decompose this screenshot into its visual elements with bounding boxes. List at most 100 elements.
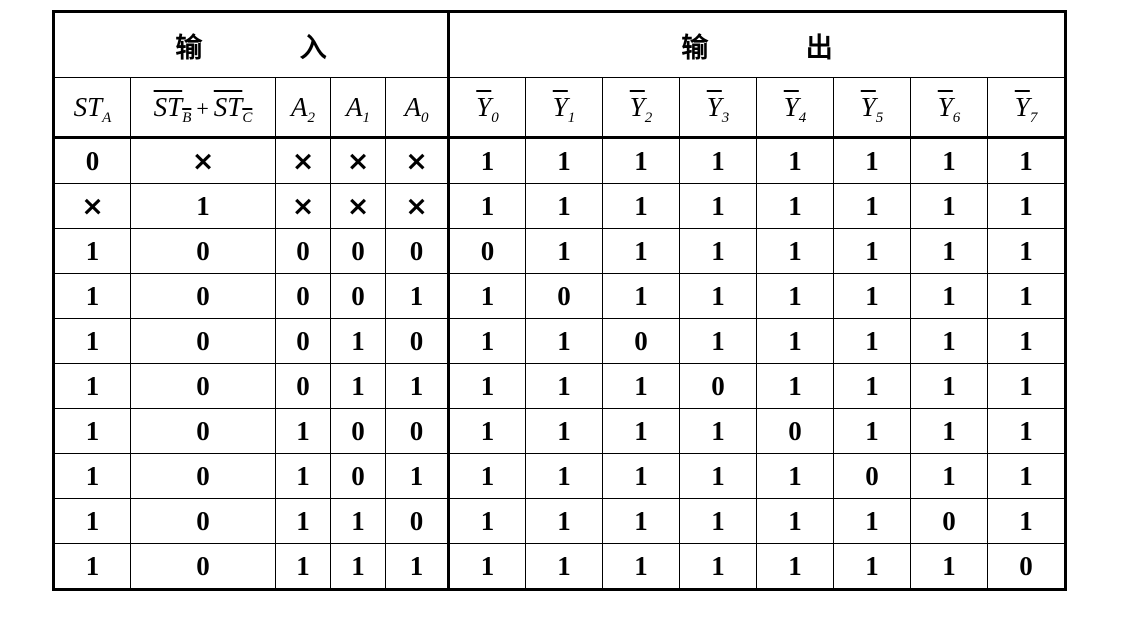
cell-y7: 1 <box>987 363 1067 409</box>
cell-a2: 0 <box>275 273 331 319</box>
table-row: 1000001111111 <box>53 228 1067 274</box>
cell-y0: 1 <box>447 318 527 364</box>
header-y1-main: Y <box>552 91 568 122</box>
cell-st-a: 1 <box>53 498 131 544</box>
header-y7-main: Y <box>1014 91 1030 122</box>
cell-y5: 1 <box>833 318 912 364</box>
cell-y3: 1 <box>679 408 758 454</box>
header-y3-sub: 3 <box>721 109 730 126</box>
cell-a2: 1 <box>275 498 331 544</box>
cell-y3: 1 <box>679 498 758 544</box>
cell-y6: 1 <box>910 228 989 274</box>
cell-a1: 1 <box>330 363 386 409</box>
table-row: 1010011110111 <box>53 408 1067 454</box>
header-st-a-sub: A <box>102 109 112 126</box>
header-a2-sub: 2 <box>307 109 316 126</box>
cell-st-b-plus-st-c: 0 <box>130 498 276 544</box>
cell-a0: 1 <box>384 363 450 409</box>
cell-y4: 1 <box>756 453 835 499</box>
column-header-row: STA STB + STC A2 A1 A0 Y0 Y1 Y2 Y3 Y4 Y5 Y… <box>53 77 1067 139</box>
cell-a0: 1 <box>384 453 450 499</box>
cell-y2: 1 <box>602 228 681 274</box>
table-body: 0 × × × × 1 1 1 1 1 1 1 1 × 1 × × × 1 1 1 1 1 1 1 1 1 0 0 0 0 0 1 1 1 1 1 1 1 1… <box>53 137 1067 590</box>
header-a0: A0 <box>384 77 450 139</box>
header-st-c-main: ST <box>213 91 243 122</box>
cell-y1: 0 <box>525 273 604 319</box>
cell-y7: 1 <box>987 273 1067 319</box>
header-y7: Y7 <box>987 77 1067 139</box>
cell-y2: 1 <box>602 273 681 319</box>
header-st-a: STA <box>53 77 131 139</box>
cell-y0: 1 <box>447 453 527 499</box>
cell-a2: 0 <box>275 363 331 409</box>
cell-y4: 1 <box>756 228 835 274</box>
cell-st-b-plus-st-c: 0 <box>130 363 276 409</box>
cell-a0: × <box>384 183 450 229</box>
cell-st-b-plus-st-c: 0 <box>130 228 276 274</box>
cell-y1: 1 <box>525 498 604 544</box>
cell-y4: 1 <box>756 363 835 409</box>
cell-y0: 0 <box>447 228 527 274</box>
header-y3: Y3 <box>679 77 758 139</box>
cell-y4: 1 <box>756 498 835 544</box>
table-row: 0 × × × × 1 1 1 1 1 1 1 1 <box>53 137 1067 184</box>
cell-y2: 1 <box>602 543 681 590</box>
header-y5-main: Y <box>860 91 876 122</box>
cell-y1: 1 <box>525 408 604 454</box>
cell-a2: 1 <box>275 543 331 590</box>
cell-y6: 1 <box>910 273 989 319</box>
cell-y0: 1 <box>447 363 527 409</box>
header-y6-main: Y <box>937 91 953 122</box>
table-row: 1001111101111 <box>53 363 1067 409</box>
group-header-row: 输 入 输 出 <box>52 11 1067 78</box>
input-group-header: 输 入 <box>52 11 450 78</box>
header-y2: Y2 <box>602 77 681 139</box>
cell-a2: 0 <box>275 318 331 364</box>
header-a0-sub: 0 <box>421 109 429 126</box>
cell-y3: 1 <box>679 273 758 319</box>
cell-y2: 1 <box>602 453 681 499</box>
header-st-c-sub: C <box>242 109 253 126</box>
header-st-b-main: ST <box>153 91 183 122</box>
cell-y3: 1 <box>679 137 758 184</box>
cell-a1: 0 <box>330 453 386 499</box>
cell-a1: 1 <box>330 543 386 590</box>
header-y6-sub: 6 <box>952 109 961 126</box>
truth-table: 输 入 输 出 STA STB + STC A2 A1 A0 Y0 Y1 Y2 Y3… <box>52 10 1068 591</box>
cell-st-a: 1 <box>53 273 131 319</box>
cell-y6: 1 <box>910 137 989 184</box>
cell-y4: 1 <box>756 273 835 319</box>
cell-y2: 0 <box>602 318 681 364</box>
cell-y6: 1 <box>910 183 989 229</box>
cell-y0: 1 <box>447 543 527 590</box>
cell-a2: × <box>275 137 331 184</box>
cell-y2: 1 <box>602 408 681 454</box>
cell-y1: 1 <box>525 228 604 274</box>
cell-a0: 0 <box>384 408 450 454</box>
table-row: 1010111111011 <box>53 453 1067 499</box>
header-y0-sub: 0 <box>491 109 499 126</box>
cell-y5: 1 <box>833 363 912 409</box>
cell-st-a: 1 <box>53 543 131 590</box>
cell-y3: 1 <box>679 228 758 274</box>
cell-a1: 0 <box>330 228 386 274</box>
cell-a0: 0 <box>384 498 450 544</box>
header-st-a-main: ST <box>73 91 103 122</box>
cell-a1: 1 <box>330 318 386 364</box>
cell-a0: 1 <box>384 273 450 319</box>
cell-y7: 1 <box>987 183 1067 229</box>
cell-y1: 1 <box>525 363 604 409</box>
header-y6: Y6 <box>910 77 989 139</box>
cell-st-a: 1 <box>53 228 131 274</box>
cell-y3: 0 <box>679 363 758 409</box>
header-a1-sub: 1 <box>362 109 371 126</box>
header-y0: Y0 <box>447 77 527 139</box>
header-a2: A2 <box>275 77 331 139</box>
cell-y3: 1 <box>679 318 758 364</box>
cell-a1: 0 <box>330 408 386 454</box>
cell-y3: 1 <box>679 543 758 590</box>
header-a1-main: A <box>346 91 363 122</box>
cell-st-a: 1 <box>53 408 131 454</box>
cell-y5: 1 <box>833 543 912 590</box>
cell-y7: 1 <box>987 318 1067 364</box>
